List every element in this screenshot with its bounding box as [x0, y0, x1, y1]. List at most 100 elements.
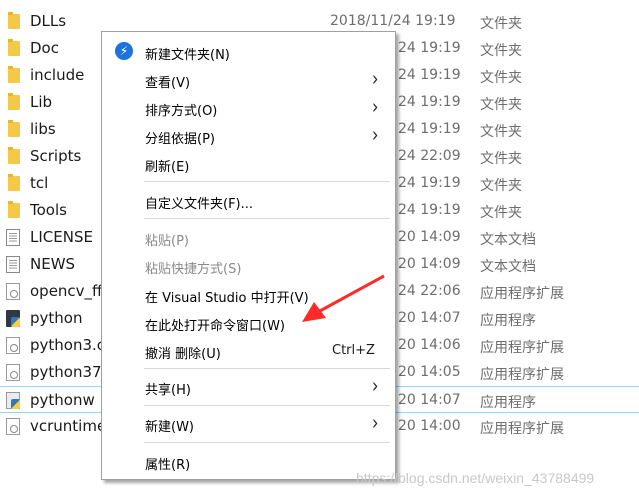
- file-type: 文件夹: [480, 70, 522, 86]
- folder-icon: [8, 174, 20, 191]
- file-date: 2018/11/24 19:19: [330, 13, 456, 29]
- file-name: vcruntime: [30, 417, 107, 435]
- menu-item[interactable]: ⚡ 新建文件夹(N): [102, 39, 395, 65]
- file-name: Tools: [30, 201, 67, 219]
- menu-item[interactable]: 粘贴(P): [102, 225, 395, 251]
- file-type: 应用程序: [480, 313, 536, 329]
- file-name: python3.c: [30, 336, 106, 354]
- menu-item-label: 共享(H): [145, 383, 191, 398]
- menu-item[interactable]: 排序方式(O) ›: [102, 94, 395, 121]
- file-type: 应用程序扩展: [480, 286, 564, 302]
- dll-icon: [6, 364, 20, 381]
- bolt-icon: ⚡: [115, 42, 133, 60]
- file-date: 24 19:19: [398, 94, 461, 110]
- file-name: Doc: [30, 39, 59, 57]
- menu-item-label: 粘贴快捷方式(S): [145, 262, 242, 277]
- folder-icon: [8, 66, 20, 83]
- file-type: 文本文档: [480, 259, 536, 275]
- menu-item-label: 新建文件夹(N): [145, 48, 230, 63]
- file-type: 文件夹: [480, 151, 522, 167]
- folder-icon: [8, 39, 20, 56]
- menu-separator: [144, 218, 390, 219]
- menu-item-label: 在此处打开命令窗口(W): [145, 319, 285, 334]
- menu-item-label: 在 Visual Studio 中打开(V): [145, 291, 309, 306]
- watermark: https://blog.csdn.net/weixin_43788499: [356, 470, 595, 486]
- chevron-right-icon: ›: [372, 66, 379, 91]
- folder-icon: [8, 147, 20, 164]
- py-icon: [6, 310, 20, 327]
- menu-item[interactable]: 刷新(E): [102, 151, 395, 177]
- file-type: 文件夹: [480, 205, 522, 221]
- file-name: opencv_ff: [30, 282, 103, 300]
- file-name: NEWS: [30, 255, 76, 273]
- folder-icon: [8, 201, 20, 218]
- dll-icon: [6, 337, 20, 354]
- file-type: 文件夹: [480, 43, 522, 59]
- file-name: Scripts: [30, 147, 82, 165]
- menu-shortcut: Ctrl+Z: [332, 343, 375, 358]
- file-name: python37.: [30, 363, 107, 381]
- folder-icon: [8, 12, 20, 29]
- file-date: 24 19:19: [398, 175, 461, 191]
- menu-separator: [144, 181, 390, 182]
- file-name: python: [30, 309, 83, 327]
- file-date: 20 14:09: [398, 256, 461, 272]
- doc-icon: [6, 229, 20, 246]
- menu-item-label: 自定义文件夹(F)...: [145, 197, 254, 212]
- file-name: libs: [30, 120, 56, 138]
- file-date: 20 14:00: [398, 418, 461, 434]
- file-date: 20 14:05: [398, 364, 461, 380]
- red-arrow-annotation: [302, 274, 385, 322]
- file-date: 20 14:07: [398, 392, 461, 408]
- pyw-icon: [6, 392, 20, 409]
- file-type: 文件夹: [480, 178, 522, 194]
- menu-item[interactable]: 分组依据(P) ›: [102, 122, 395, 149]
- file-name: LICENSE: [30, 228, 93, 246]
- menu-separator: [144, 368, 390, 369]
- menu-item[interactable]: 新建(W) ›: [102, 410, 395, 437]
- file-type: 应用程序扩展: [480, 340, 564, 356]
- file-date: 20 14:07: [398, 310, 461, 326]
- menu-item-label: 分组依据(P): [145, 132, 215, 147]
- menu-item[interactable]: 共享(H) ›: [102, 373, 395, 400]
- dll-icon: [6, 283, 20, 300]
- file-name: include: [30, 66, 85, 84]
- context-menu: ⚡ 新建文件夹(N) 查看(V) › 排序方式(O) › 分组依据(P) › 刷新(E) 自定义文…: [101, 31, 396, 480]
- file-type: 文本文档: [480, 232, 536, 248]
- doc-icon: [6, 256, 20, 273]
- menu-item[interactable]: 撤消 删除(U) Ctrl+Z: [102, 338, 395, 364]
- menu-item[interactable]: 属性(R): [102, 449, 395, 475]
- file-date: 24 19:19: [398, 67, 461, 83]
- menu-item-label: 粘贴(P): [145, 234, 189, 249]
- file-type: 应用程序: [480, 395, 536, 411]
- file-date: 24 19:19: [398, 121, 461, 137]
- file-date: 20 14:06: [398, 337, 461, 353]
- menu-item-label: 新建(W): [145, 420, 194, 435]
- menu-item[interactable]: 自定义文件夹(F)...: [102, 188, 395, 214]
- file-type: 文件夹: [480, 97, 522, 113]
- folder-icon: [8, 120, 20, 137]
- file-name: pythonw: [30, 391, 95, 409]
- chevron-right-icon: ›: [372, 94, 379, 119]
- file-name: DLLs: [30, 12, 67, 30]
- folder-icon: [8, 93, 20, 110]
- file-type: 文件夹: [480, 124, 522, 140]
- menu-item-label: 刷新(E): [145, 160, 190, 175]
- menu-item-label: 撤消 删除(U): [145, 347, 221, 362]
- file-date: 24 22:09: [398, 148, 461, 164]
- file-date: 20 14:09: [398, 229, 461, 245]
- chevron-right-icon: ›: [372, 122, 379, 147]
- file-name: tcl: [30, 174, 49, 192]
- menu-separator: [144, 442, 390, 443]
- menu-item-label: 排序方式(O): [145, 104, 218, 119]
- menu-item-label: 查看(V): [145, 76, 191, 91]
- file-type: 应用程序扩展: [480, 421, 564, 437]
- file-type: 应用程序扩展: [480, 367, 564, 383]
- file-date: 24 19:19: [398, 202, 461, 218]
- dll-icon: [6, 418, 20, 435]
- menu-item[interactable]: 查看(V) ›: [102, 66, 395, 93]
- chevron-right-icon: ›: [372, 410, 379, 435]
- menu-item-label: 属性(R): [145, 458, 191, 473]
- file-name: Lib: [30, 93, 53, 111]
- file-type: 文件夹: [480, 16, 522, 32]
